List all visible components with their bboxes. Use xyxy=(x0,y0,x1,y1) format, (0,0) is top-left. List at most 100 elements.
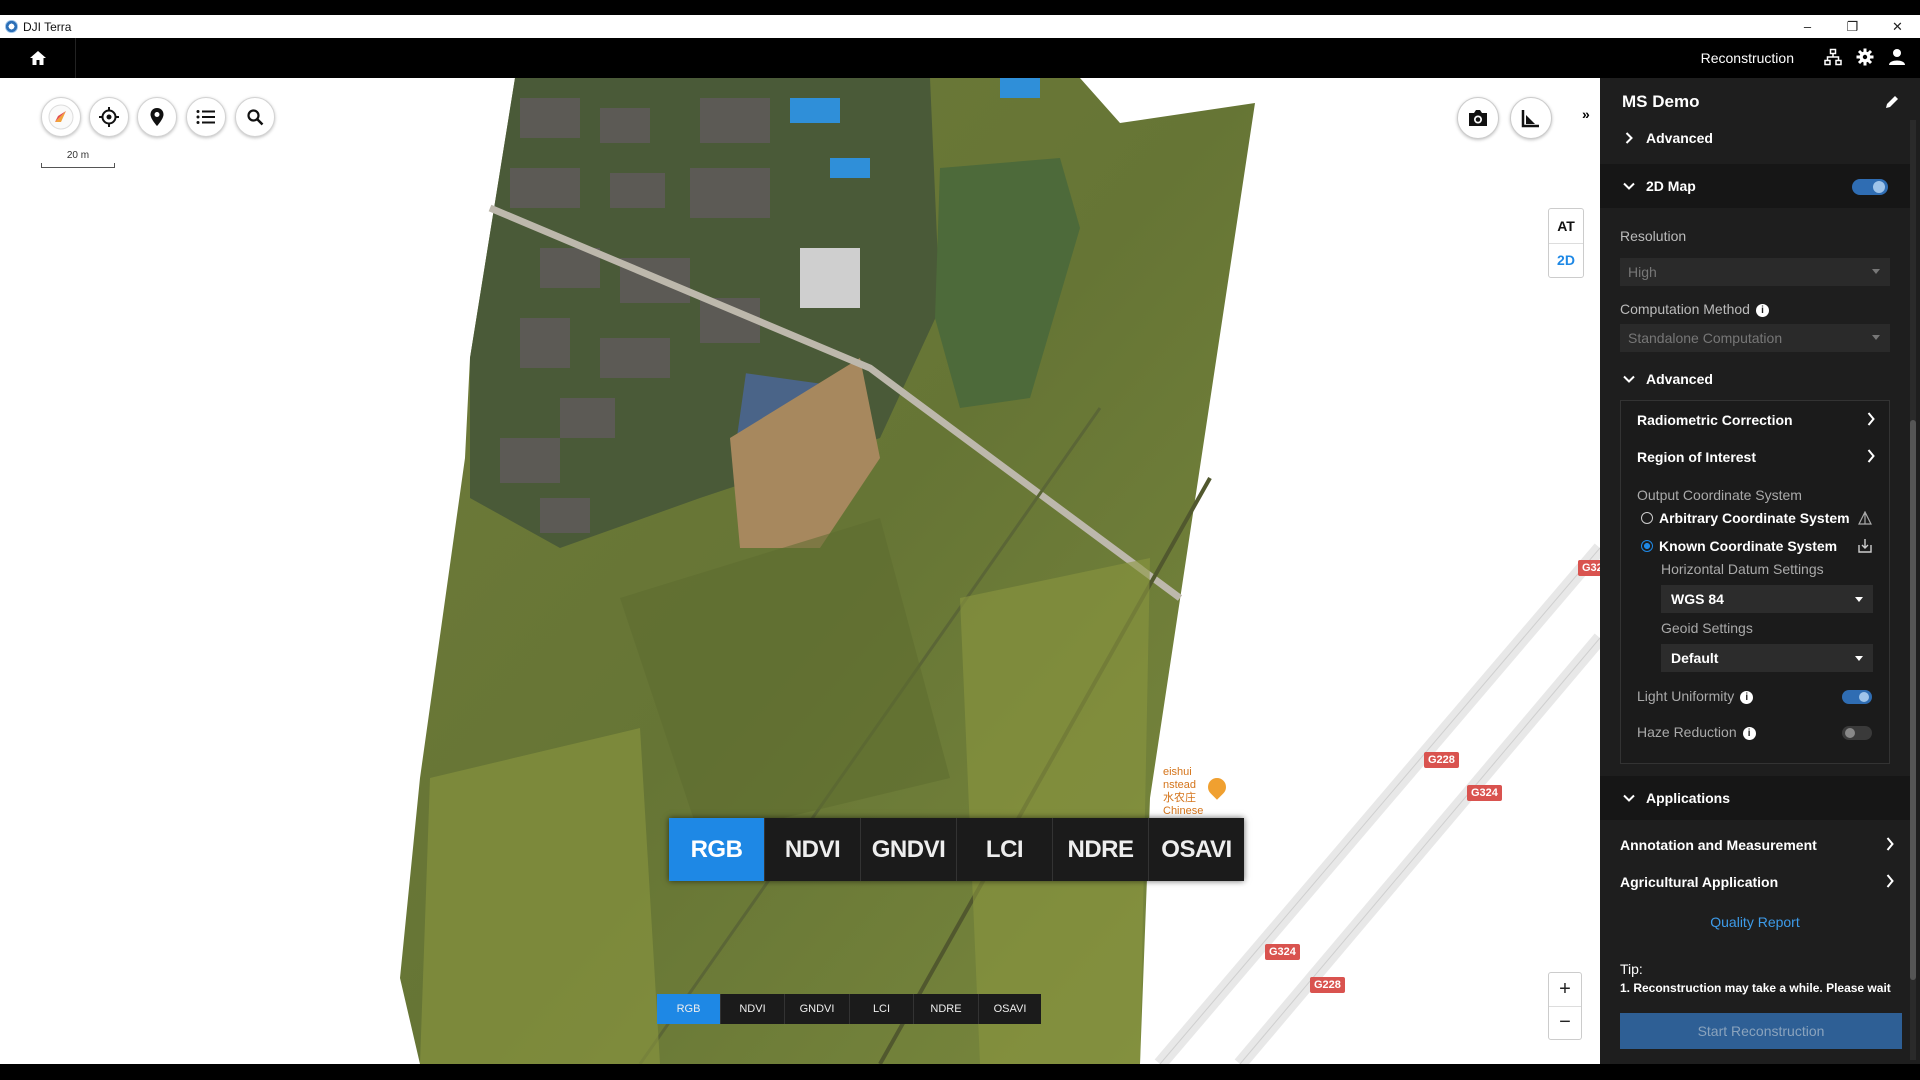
map2d-section[interactable]: 2D Map xyxy=(1600,164,1910,208)
index-tab-ndre[interactable]: NDRE xyxy=(1052,818,1148,881)
light-uniformity-toggle[interactable] xyxy=(1842,690,1872,704)
index-tab-gndvi-small[interactable]: GNDVI xyxy=(784,994,849,1024)
view-mode-2d[interactable]: 2D xyxy=(1549,242,1583,278)
letterbox-top xyxy=(0,0,1920,15)
advanced-options: Radiometric Correction Region of Interes… xyxy=(1620,400,1890,764)
chevron-down-icon xyxy=(1622,182,1636,190)
window-title: DJI Terra xyxy=(23,19,72,34)
output-cs-label: Output Coordinate System xyxy=(1637,487,1802,503)
reconstruction-panel: MS Demo Advanced 2D Map Resolution High … xyxy=(1600,78,1920,1064)
map2d-toggle[interactable] xyxy=(1852,179,1888,195)
region-of-interest-row[interactable]: Region of Interest xyxy=(1621,442,1889,472)
pin-button[interactable] xyxy=(137,97,177,137)
chevron-down-icon xyxy=(1622,375,1636,383)
info-icon[interactable]: i xyxy=(1742,726,1756,740)
index-tab-osavi[interactable]: OSAVI xyxy=(1148,818,1244,881)
map-scale: 20 m xyxy=(41,150,115,168)
edit-title-button[interactable] xyxy=(1884,94,1900,115)
app-header: Reconstruction xyxy=(0,38,1920,78)
network-button[interactable] xyxy=(1824,48,1842,69)
computation-value: Standalone Computation xyxy=(1628,330,1783,346)
index-tab-gndvi[interactable]: GNDVI xyxy=(860,818,956,881)
home-icon xyxy=(29,51,46,65)
settings-button[interactable] xyxy=(1856,48,1874,69)
layers-list-button[interactable] xyxy=(186,97,226,137)
gear-icon xyxy=(1856,48,1874,65)
applications-section[interactable]: Applications xyxy=(1600,776,1910,820)
geoid-select[interactable]: Default xyxy=(1661,644,1873,672)
index-tab-lci-small[interactable]: LCI xyxy=(849,994,913,1024)
view-mode-at[interactable]: AT xyxy=(1549,209,1583,243)
compass-button[interactable] xyxy=(41,97,81,137)
resolution-value: High xyxy=(1628,264,1657,280)
index-tab-ndvi-small[interactable]: NDVI xyxy=(720,994,784,1024)
home-button[interactable] xyxy=(0,38,76,78)
scrollbar-thumb[interactable] xyxy=(1910,420,1916,980)
restore-button[interactable]: ❐ xyxy=(1830,15,1875,38)
crosshair-icon xyxy=(99,107,119,127)
known-cs-option[interactable]: Known Coordinate System xyxy=(1641,535,1837,557)
index-tab-osavi-small[interactable]: OSAVI xyxy=(978,994,1041,1024)
zoom-out-button[interactable]: − xyxy=(1549,1005,1581,1040)
chevron-down-icon xyxy=(1622,794,1636,802)
quality-report-link[interactable]: Quality Report xyxy=(1600,914,1910,930)
measure-button[interactable] xyxy=(1510,97,1552,139)
index-tab-rgb[interactable]: RGB xyxy=(669,818,764,881)
caret-down-icon xyxy=(1855,597,1863,602)
advanced-top-section[interactable]: Advanced xyxy=(1600,116,1910,160)
haze-reduction-label: Haze Reduction i xyxy=(1637,724,1756,740)
map-viewport[interactable]: 20 m » AT 2D + − G32 G228 G324 G324 G228… xyxy=(0,78,1600,1064)
project-title: MS Demo xyxy=(1622,92,1700,111)
account-button[interactable] xyxy=(1888,48,1906,69)
annotation-measurement-row[interactable]: Annotation and Measurement xyxy=(1600,827,1910,863)
index-selector-large: RGB NDVI GNDVI LCI NDRE OSAVI xyxy=(669,818,1244,881)
chevron-right-icon xyxy=(1867,448,1875,466)
poi-label: eishui nstead 水农庄 Chinese xyxy=(1163,766,1204,817)
coordinate-axes-icon[interactable] xyxy=(1857,510,1873,530)
orthomosaic-map xyxy=(400,78,1600,1064)
mode-title: Reconstruction xyxy=(1700,50,1794,66)
app-logo-icon xyxy=(5,20,18,33)
advanced-section[interactable]: Advanced xyxy=(1600,357,1910,401)
road-label: G324 xyxy=(1467,785,1502,801)
info-icon[interactable]: i xyxy=(1740,690,1754,704)
zoom-in-button[interactable]: + xyxy=(1549,973,1581,1006)
start-reconstruction-button[interactable]: Start Reconstruction xyxy=(1620,1013,1902,1049)
section-label: Advanced xyxy=(1646,371,1713,387)
computation-select: Standalone Computation xyxy=(1620,324,1890,352)
search-button[interactable] xyxy=(235,97,275,137)
panel-scrollbar[interactable] xyxy=(1910,120,1916,1060)
resolution-label: Resolution xyxy=(1620,228,1687,244)
radiometric-correction-row[interactable]: Radiometric Correction xyxy=(1621,405,1889,435)
search-icon xyxy=(247,109,264,126)
resolution-select: High xyxy=(1620,258,1890,286)
radio-button[interactable] xyxy=(1641,512,1653,524)
light-uniformity-label: Light Uniformity i xyxy=(1637,688,1754,704)
horizontal-datum-label: Horizontal Datum Settings xyxy=(1661,561,1824,577)
import-icon[interactable] xyxy=(1857,538,1873,559)
close-button[interactable]: ✕ xyxy=(1875,15,1920,38)
section-label: 2D Map xyxy=(1646,178,1696,194)
screenshot-button[interactable] xyxy=(1457,97,1499,139)
index-tab-rgb-small[interactable]: RGB xyxy=(657,994,720,1024)
road-label: G324 xyxy=(1265,944,1300,960)
arbitrary-cs-option[interactable]: Arbitrary Coordinate System xyxy=(1641,507,1850,529)
locate-button[interactable] xyxy=(89,97,129,137)
agricultural-application-row[interactable]: Agricultural Application xyxy=(1600,864,1910,900)
info-icon[interactable]: i xyxy=(1755,303,1769,317)
radio-button-selected[interactable] xyxy=(1641,540,1653,552)
chevron-right-icon xyxy=(1622,132,1636,144)
geoid-label: Geoid Settings xyxy=(1661,620,1753,636)
pencil-icon xyxy=(1886,96,1898,108)
user-icon xyxy=(1889,48,1905,65)
index-tab-ndvi[interactable]: NDVI xyxy=(764,818,860,881)
collapse-panel-button[interactable]: » xyxy=(1582,106,1596,128)
minimize-button[interactable]: – xyxy=(1785,15,1830,38)
horizontal-datum-select[interactable]: WGS 84 xyxy=(1661,585,1873,613)
index-tab-ndre-small[interactable]: NDRE xyxy=(913,994,978,1024)
tip-text: 1. Reconstruction may take a while. Plea… xyxy=(1620,981,1891,995)
section-label: Applications xyxy=(1646,790,1731,806)
haze-reduction-toggle[interactable] xyxy=(1842,726,1872,740)
index-tab-lci[interactable]: LCI xyxy=(956,818,1052,881)
map-pin-icon xyxy=(150,108,164,126)
